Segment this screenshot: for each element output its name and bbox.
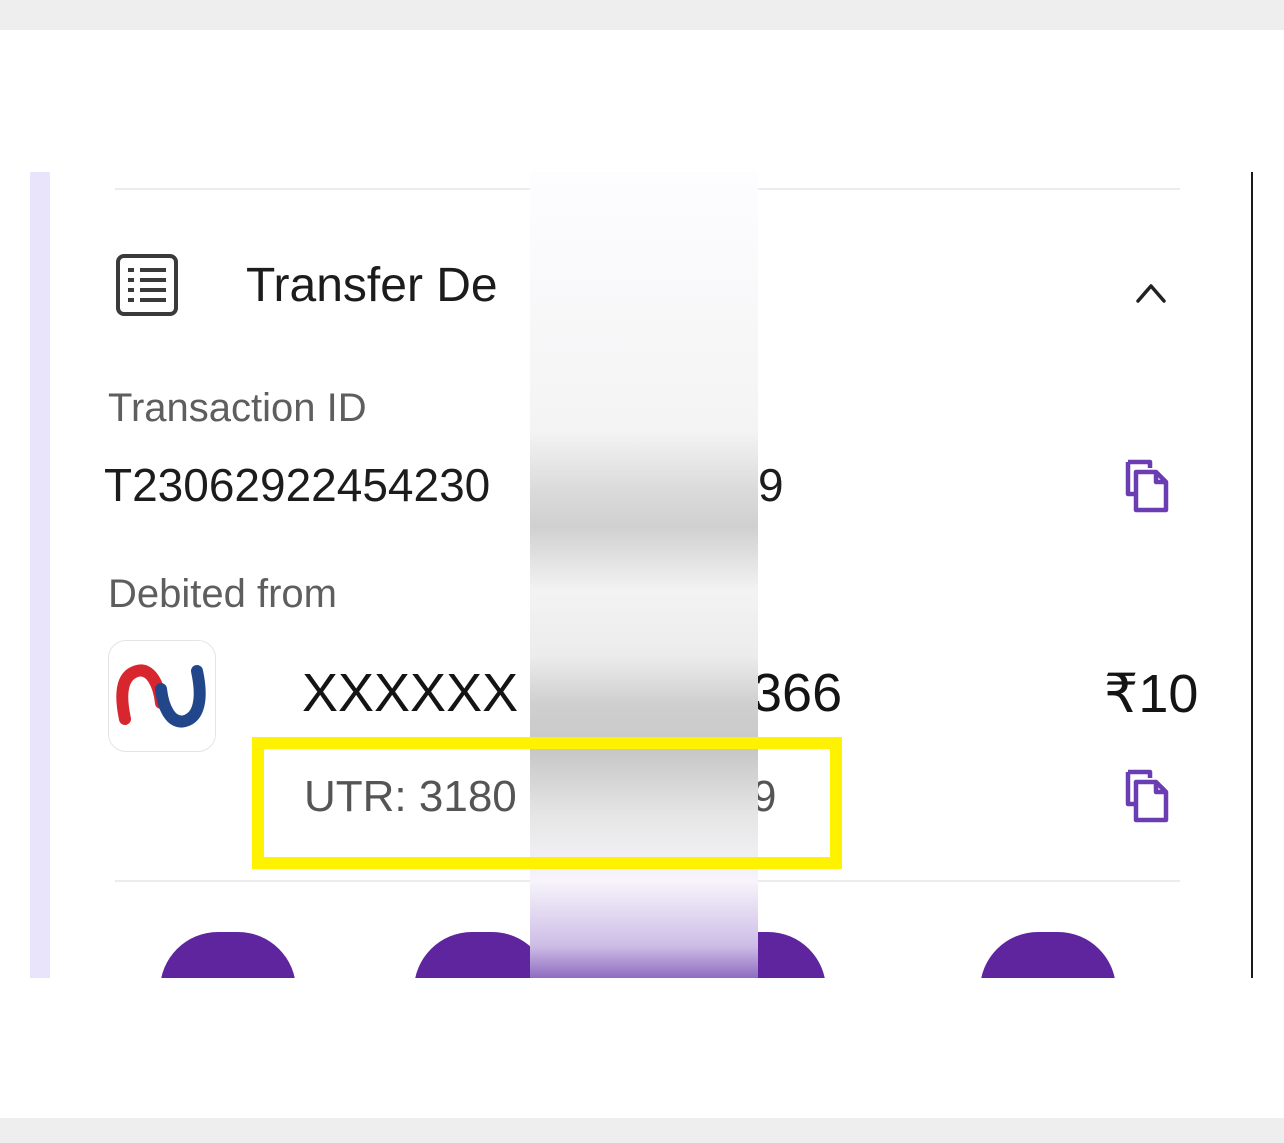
account-number-suffix: 366 [752,663,843,723]
action-button-4[interactable] [980,932,1116,978]
top-frame-band [0,0,1284,30]
transaction-id-suffix: 9 [758,459,784,511]
utr-highlight-box [252,737,842,869]
debited-from-label: Debited from [108,572,337,616]
section-title: Transfer De [246,259,498,312]
transaction-id-value: T23062922454230 [104,459,491,511]
screenshot-crop: Transfer De Transaction ID T230629224542… [0,172,1284,978]
union-bank-logo [108,640,216,752]
bottom-frame-band [0,1118,1284,1143]
copy-icon[interactable] [1122,458,1172,514]
left-accent-strip [30,172,50,978]
action-button-1[interactable] [160,932,296,978]
list-details-icon [116,254,178,316]
transaction-id-label: Transaction ID [108,386,367,430]
account-number: XXXXXX [302,663,519,723]
right-border-line [1251,172,1253,978]
chevron-up-icon[interactable] [1136,277,1166,307]
debited-amount: ₹10 [1104,664,1199,724]
copy-icon[interactable] [1122,768,1172,824]
